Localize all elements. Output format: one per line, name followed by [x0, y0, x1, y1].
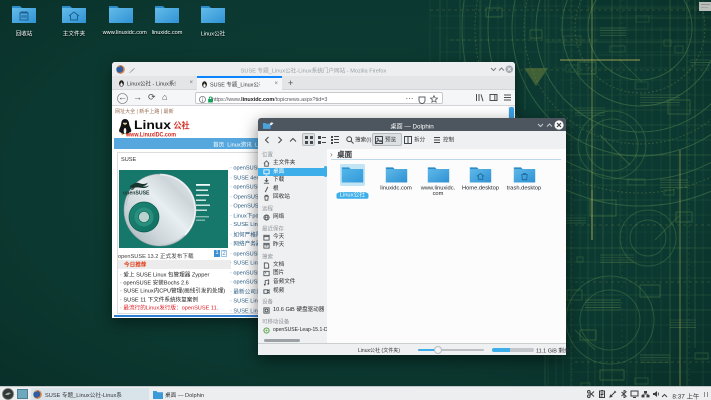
- svg-text:Linux: Linux: [134, 120, 172, 132]
- svg-text:openSUSE: openSUSE: [123, 191, 150, 197]
- svg-text:公社: 公社: [174, 121, 190, 131]
